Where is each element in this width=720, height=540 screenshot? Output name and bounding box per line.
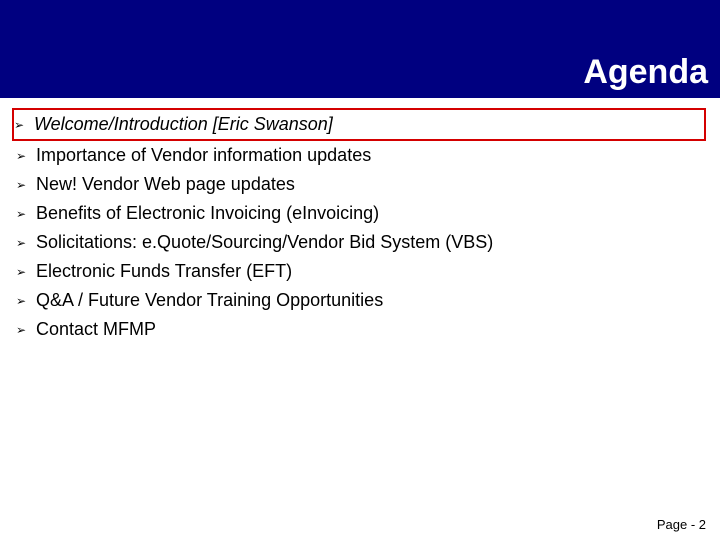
bullet-icon: ➢ — [16, 321, 36, 339]
agenda-item-text: Q&A / Future Vendor Training Opportuniti… — [36, 287, 704, 314]
agenda-item-text: Welcome/Introduction [Eric Swanson] — [34, 111, 704, 138]
agenda-item: ➢Solicitations: e.Quote/Sourcing/Vendor … — [16, 228, 704, 257]
agenda-item: ➢Benefits of Electronic Invoicing (eInvo… — [16, 199, 704, 228]
agenda-item-text: New! Vendor Web page updates — [36, 171, 704, 198]
agenda-item-text: Benefits of Electronic Invoicing (eInvoi… — [36, 200, 704, 227]
bullet-icon: ➢ — [16, 176, 36, 194]
agenda-item: ➢Q&A / Future Vendor Training Opportunit… — [16, 286, 704, 315]
bullet-icon: ➢ — [14, 116, 34, 134]
agenda-item: ➢Contact MFMP — [16, 315, 704, 344]
agenda-item: ➢New! Vendor Web page updates — [16, 170, 704, 199]
page-number: Page - 2 — [657, 517, 706, 532]
agenda-item-text: Solicitations: e.Quote/Sourcing/Vendor B… — [36, 229, 704, 256]
agenda-item: ➢Electronic Funds Transfer (EFT) — [16, 257, 704, 286]
agenda-item: ➢Welcome/Introduction [Eric Swanson] — [12, 108, 706, 141]
bullet-icon: ➢ — [16, 292, 36, 310]
agenda-list: ➢Welcome/Introduction [Eric Swanson]➢Imp… — [16, 108, 704, 344]
bullet-icon: ➢ — [16, 147, 36, 165]
slide-header: Agenda — [0, 0, 720, 98]
agenda-item: ➢Importance of Vendor information update… — [16, 141, 704, 170]
slide-title: Agenda — [583, 53, 708, 92]
bullet-icon: ➢ — [16, 205, 36, 223]
slide-content: ➢Welcome/Introduction [Eric Swanson]➢Imp… — [0, 98, 720, 344]
agenda-item-text: Contact MFMP — [36, 316, 704, 343]
agenda-item-text: Electronic Funds Transfer (EFT) — [36, 258, 704, 285]
bullet-icon: ➢ — [16, 263, 36, 281]
agenda-item-text: Importance of Vendor information updates — [36, 142, 704, 169]
bullet-icon: ➢ — [16, 234, 36, 252]
